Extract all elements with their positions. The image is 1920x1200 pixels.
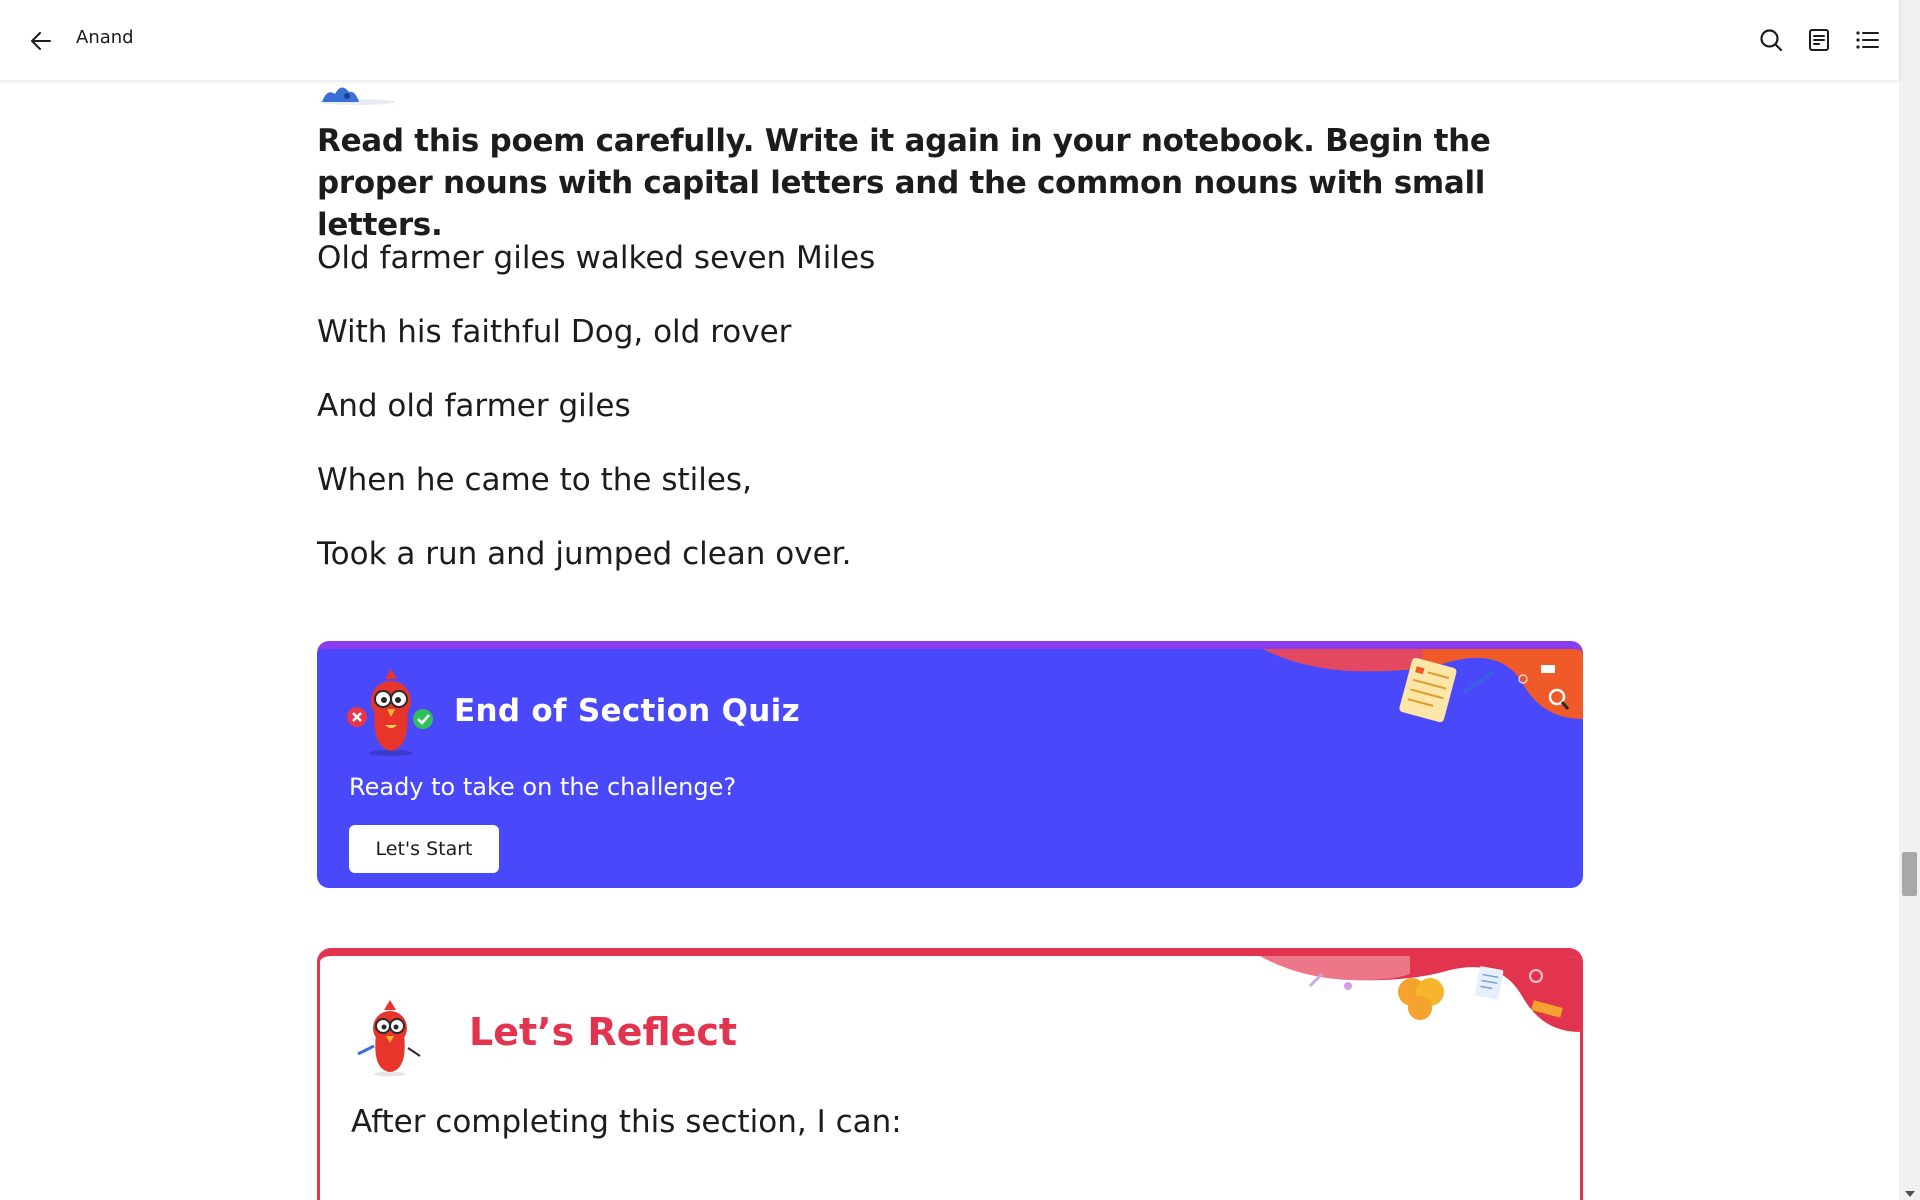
scrollbar[interactable]	[1899, 0, 1920, 1200]
search-button[interactable]	[1757, 26, 1785, 54]
scrollbar-thumb[interactable]	[1902, 852, 1917, 896]
notes-button[interactable]	[1805, 26, 1833, 54]
list-icon	[1856, 31, 1879, 49]
poem-line: Took a run and jumped clean over.	[317, 536, 852, 572]
quiz-title: End of Section Quiz	[454, 693, 800, 729]
reflect-decoration	[1260, 956, 1580, 1032]
quiz-decoration	[1263, 649, 1583, 723]
activity-instruction: Read this poem carefully. Write it again…	[317, 123, 1491, 243]
start-quiz-button[interactable]: Let's Start	[349, 825, 499, 873]
reflect-intro-text: After completing this section, I can:	[351, 1104, 902, 1140]
toolbar-icons	[1757, 26, 1881, 54]
quiz-card: End of Section Quiz Ready to take on the…	[317, 641, 1583, 888]
quiz-subtitle: Ready to take on the challenge?	[349, 773, 737, 801]
poem-line: Old farmer giles walked seven Miles	[317, 240, 876, 276]
top-bar: Anand	[0, 0, 1899, 80]
book-title: Anand	[76, 27, 134, 48]
search-icon	[1760, 29, 1783, 52]
parrot-mascot-icon	[357, 1000, 421, 1077]
scroll-down-arrow-icon[interactable]	[1905, 1191, 1915, 1197]
reflect-card: Let’s Reflect After completing this sect…	[317, 948, 1583, 1200]
poem-line: And old farmer giles	[317, 388, 631, 424]
parrot-mascot-icon	[347, 669, 433, 756]
notes-icon	[1809, 29, 1829, 51]
poem-line: With his faithful Dog, old rover	[317, 314, 792, 350]
poem-line: When he came to the stiles,	[317, 462, 752, 498]
reflect-title: Let’s Reflect	[469, 1010, 738, 1054]
arrow-left-icon	[31, 32, 51, 50]
table-of-contents-button[interactable]	[1853, 26, 1881, 54]
back-button[interactable]	[28, 28, 54, 54]
